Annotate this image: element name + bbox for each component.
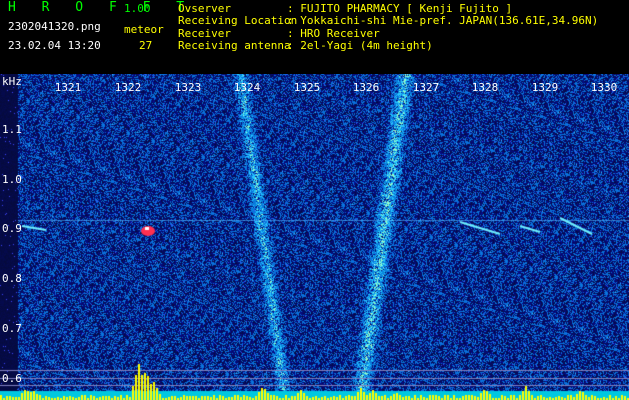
y-tick-0-8: 0.8 [2, 272, 22, 285]
file-name: 2302041320.png [8, 20, 101, 33]
y-tick-1-1: 1.1 [2, 123, 22, 136]
x-tick-1330: 1330 [590, 81, 618, 94]
y-tick-0-6: 0.6 [2, 372, 22, 385]
x-tick-1323: 1323 [174, 81, 202, 94]
y-tick-1-0: 1.0 [2, 173, 22, 186]
x-tick-1328: 1328 [471, 81, 499, 94]
info-antenna-label: Receiving antenna [178, 39, 291, 52]
x-tick-1326: 1326 [352, 81, 380, 94]
info-location-label: Receiving Location [178, 14, 298, 27]
info-antenna-value: : 2el-Yagi (4m height) [287, 39, 433, 52]
x-tick-1324: 1324 [233, 81, 261, 94]
x-tick-1321: 1321 [54, 81, 82, 94]
frequency-unit-label: kHz [2, 75, 22, 88]
file-datetime: 23.02.04 13:20 [8, 39, 101, 52]
info-location-value: : Yokkaichi-shi Mie-pref. JAPAN(136.61E,… [287, 14, 599, 27]
y-tick-0-7: 0.7 [2, 322, 22, 335]
y-tick-0-9: 0.9 [2, 222, 22, 235]
app-version: 1.00 [124, 2, 151, 15]
app-title: H R O F F T [8, 0, 194, 15]
x-tick-1327: 1327 [412, 81, 440, 94]
x-tick-1322: 1322 [114, 81, 142, 94]
spectrogram-plot [0, 74, 629, 400]
meteor-count: 27 [139, 39, 153, 52]
x-tick-1325: 1325 [293, 81, 321, 94]
x-tick-1329: 1329 [531, 81, 559, 94]
meteor-label: meteor [124, 23, 164, 36]
